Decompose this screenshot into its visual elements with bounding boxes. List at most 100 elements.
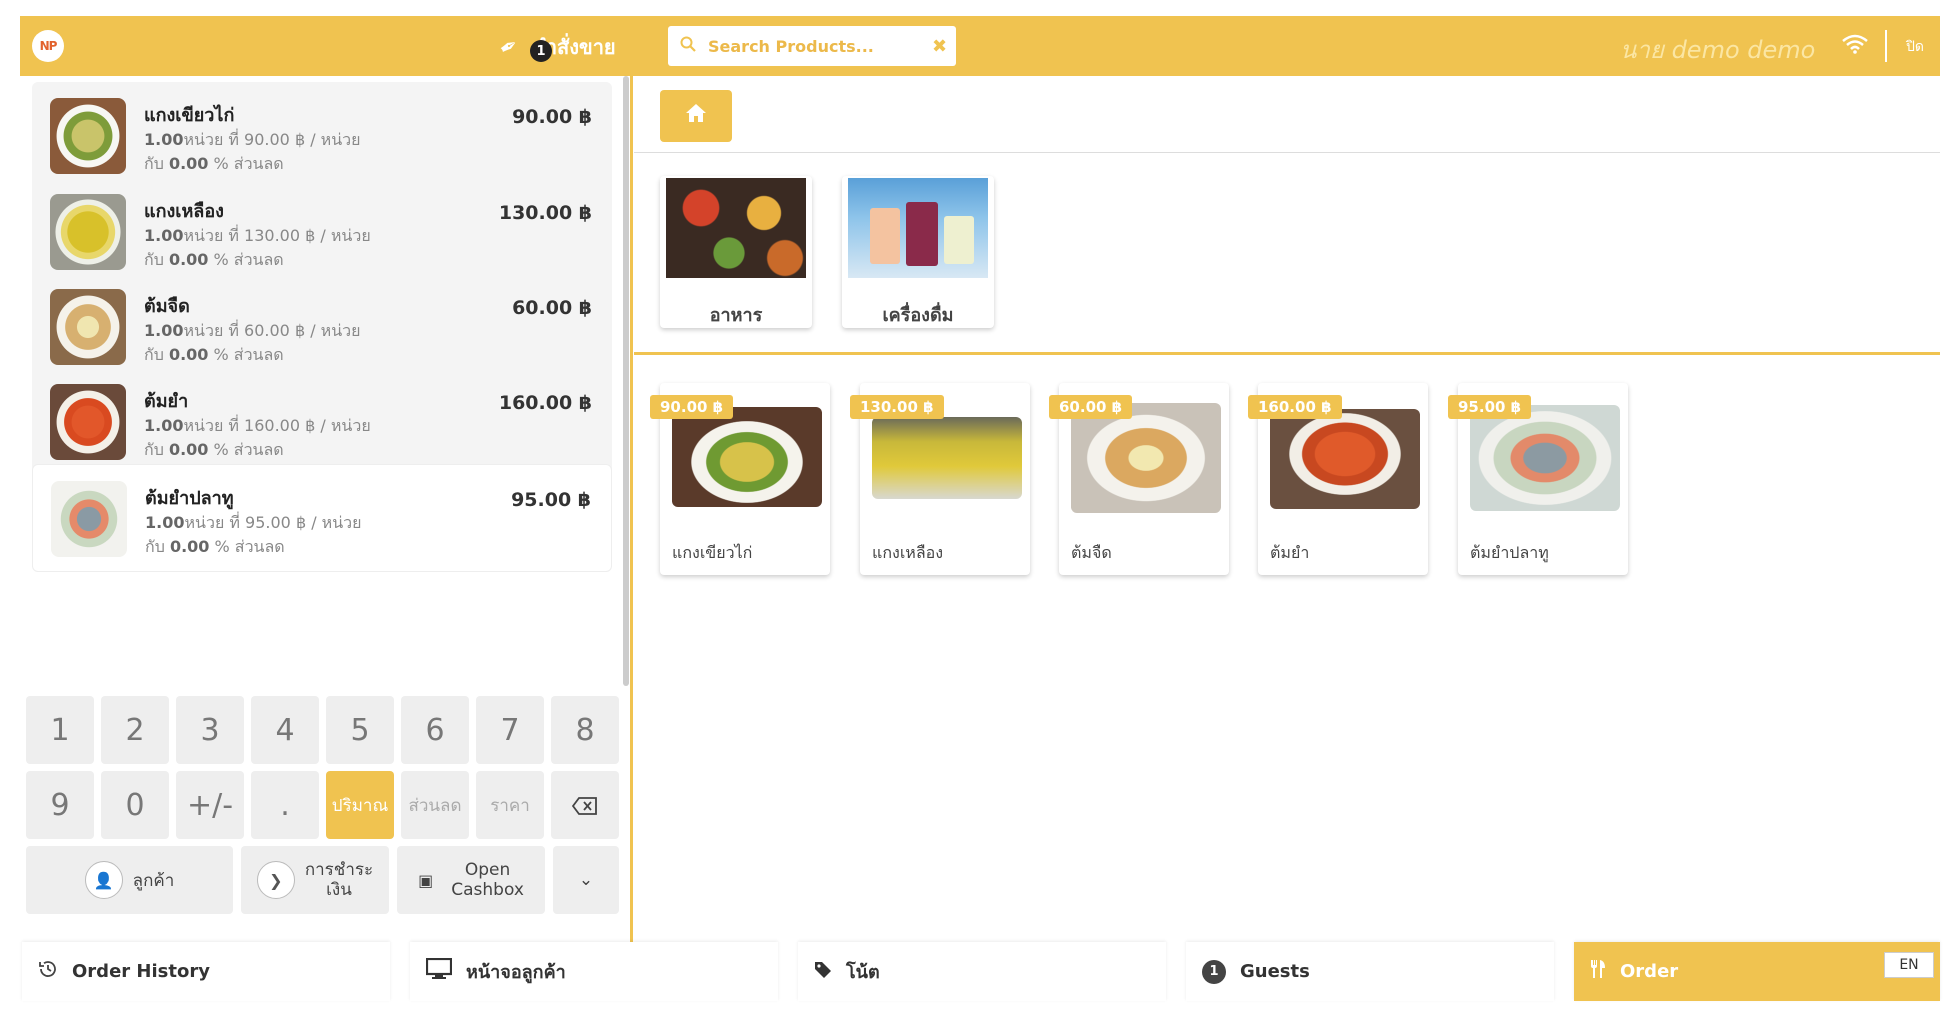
category-image	[666, 178, 806, 278]
archive-icon: ▣	[418, 870, 434, 890]
user-name[interactable]: นาย demo demo	[1620, 30, 1815, 69]
product-name: แกงเหลือง	[872, 543, 944, 562]
product-card[interactable]: 90.00 ฿ แกงเขียวไก่	[650, 383, 830, 575]
numpad-key-plus-minus[interactable]: +/-	[176, 771, 244, 839]
numpad-key-6[interactable]: 6	[401, 696, 469, 764]
home-category-button[interactable]	[660, 90, 732, 142]
product-image	[872, 417, 1022, 499]
product-thumbnail	[50, 98, 126, 174]
search-box: ✖	[668, 26, 956, 66]
product-image	[672, 407, 822, 507]
product-image	[1470, 405, 1620, 511]
category-image	[848, 178, 988, 278]
customer-button[interactable]: 👤 ลูกค้า	[26, 846, 233, 914]
product-thumbnail	[51, 481, 127, 557]
numpad-key-7[interactable]: 7	[476, 696, 544, 764]
numpad-key-3[interactable]: 3	[176, 696, 244, 764]
panel-divider	[630, 76, 633, 956]
order-label: Order	[1620, 961, 1679, 982]
note-tab[interactable]: โน้ต	[798, 942, 1166, 1001]
product-price-tag: 60.00 ฿	[1049, 395, 1133, 419]
guests-label: Guests	[1240, 961, 1310, 982]
order-list-scrollbar[interactable]	[623, 76, 629, 686]
order-line[interactable]: แกงเหลือง 1.00หน่วย ที่ 130.00 ฿ / หน่วย…	[32, 178, 612, 286]
note-label: โน้ต	[846, 962, 880, 983]
numpad-key-0[interactable]: 0	[101, 771, 169, 839]
order-line-price: 160.00 ฿	[498, 392, 592, 414]
order-line-qty-info: 1.00หน่วย ที่ 60.00 ฿ / หน่วย	[144, 321, 361, 340]
mode-discount-button[interactable]: ส่วนลด	[401, 771, 469, 839]
numpad-key-5[interactable]: 5	[326, 696, 394, 764]
header-divider	[1885, 30, 1887, 62]
utensils-icon	[1590, 959, 1606, 984]
product-name: ต้มจืด	[1071, 543, 1112, 562]
order-line-qty-info: 1.00หน่วย ที่ 160.00 ฿ / หน่วย	[144, 416, 371, 435]
order-line[interactable]: แกงเขียวไก่ 1.00หน่วย ที่ 90.00 ฿ / หน่ว…	[32, 82, 612, 190]
order-line-name: ต้มจืด	[144, 296, 190, 317]
bottom-bar: Order History หน้าจอลูกค้า โน้ต 1 Guests…	[20, 942, 1940, 1001]
product-card[interactable]: 130.00 ฿ แกงเหลือง	[850, 383, 1030, 575]
customer-display-label: หน้าจอลูกค้า	[466, 962, 566, 983]
order-panel: แกงเขียวไก่ 1.00หน่วย ที่ 90.00 ฿ / หน่ว…	[20, 76, 634, 956]
search-input[interactable]	[708, 36, 932, 56]
product-price-tag: 130.00 ฿	[850, 395, 944, 419]
order-line-name: ต้มยำปลาทู	[145, 488, 234, 509]
category-label: อาหาร	[709, 305, 763, 326]
language-switcher[interactable]: EN	[1884, 952, 1934, 978]
order-line-discount-info: กับ 0.00 % ส่วนลด	[144, 345, 284, 364]
company-logo: NP	[32, 30, 64, 62]
product-name: ต้มยำ	[1270, 543, 1310, 562]
order-line-selected[interactable]: ต้มยำปลาทู 1.00หน่วย ที่ 95.00 ฿ / หน่วย…	[32, 464, 612, 572]
chevron-down-icon: ⌄	[578, 870, 594, 890]
order-line-discount-info: กับ 0.00 % ส่วนลด	[145, 537, 285, 556]
product-price-tag: 160.00 ฿	[1248, 395, 1342, 419]
numpad-key-8[interactable]: 8	[551, 696, 619, 764]
numpad-key-2[interactable]: 2	[101, 696, 169, 764]
product-name: แกงเขียวไก่	[672, 543, 753, 562]
order-line-name: ต้มยำ	[144, 391, 189, 412]
order-line-price: 95.00 ฿	[511, 489, 591, 511]
mode-price-button[interactable]: ราคา	[476, 771, 544, 839]
category-products-divider	[634, 352, 1940, 355]
orders-button[interactable]: ✒ 1 คำสั่งขาย	[495, 30, 616, 64]
payment-button[interactable]: ❯ การชำระ เงิน	[241, 846, 389, 914]
product-card[interactable]: 95.00 ฿ ต้มยำปลาทู	[1448, 383, 1628, 575]
category-drinks[interactable]: เครื่องดื่ม	[842, 176, 994, 328]
category-food[interactable]: อาหาร	[660, 176, 812, 328]
product-image	[1270, 409, 1420, 509]
order-line-name: แกงเหลือง	[144, 201, 224, 222]
category-label: เครื่องดื่ม	[882, 305, 954, 326]
product-card[interactable]: 60.00 ฿ ต้มจืด	[1049, 383, 1229, 575]
search-icon	[680, 36, 696, 56]
order-line-discount-info: กับ 0.00 % ส่วนลด	[144, 440, 284, 459]
close-button[interactable]: ปิด	[1906, 36, 1924, 58]
order-line-qty-info: 1.00หน่วย ที่ 95.00 ฿ / หน่วย	[145, 513, 362, 532]
order-history-tab[interactable]: Order History	[22, 942, 390, 1001]
order-line-price: 90.00 ฿	[512, 106, 592, 128]
tag-icon	[814, 960, 832, 984]
product-price-tag: 95.00 ฿	[1448, 395, 1532, 419]
more-actions-button[interactable]: ⌄	[553, 846, 619, 914]
numpad-key-4[interactable]: 4	[251, 696, 319, 764]
product-card[interactable]: 160.00 ฿ ต้มยำ	[1248, 383, 1428, 575]
customer-display-tab[interactable]: หน้าจอลูกค้า	[410, 942, 778, 1001]
product-thumbnail	[50, 194, 126, 270]
user-icon: 👤	[84, 861, 123, 899]
open-cashbox-button[interactable]: ▣ Open Cashbox	[397, 846, 545, 914]
order-line[interactable]: ต้มจืด 1.00หน่วย ที่ 60.00 ฿ / หน่วย กับ…	[32, 273, 612, 381]
home-icon	[685, 103, 707, 129]
order-line[interactable]: ต้มยำ 1.00หน่วย ที่ 160.00 ฿ / หน่วย กับ…	[32, 368, 612, 476]
product-image	[1071, 403, 1221, 513]
cashbox-label: Open Cashbox	[451, 860, 524, 900]
numpad-key-decimal[interactable]: .	[251, 771, 319, 839]
backspace-button[interactable]	[551, 771, 619, 839]
numpad-key-1[interactable]: 1	[26, 696, 94, 764]
mode-quantity-button[interactable]: ปริมาณ	[326, 771, 394, 839]
guests-tab[interactable]: 1 Guests	[1186, 942, 1554, 1001]
history-icon	[38, 959, 58, 984]
numpad-key-9[interactable]: 9	[26, 771, 94, 839]
order-lines-list: แกงเขียวไก่ 1.00หน่วย ที่ 90.00 ฿ / หน่ว…	[20, 76, 622, 696]
customer-label: ลูกค้า	[132, 870, 175, 891]
product-name: ต้มยำปลาทู	[1470, 543, 1549, 562]
clear-search-icon[interactable]: ✖	[932, 36, 947, 57]
